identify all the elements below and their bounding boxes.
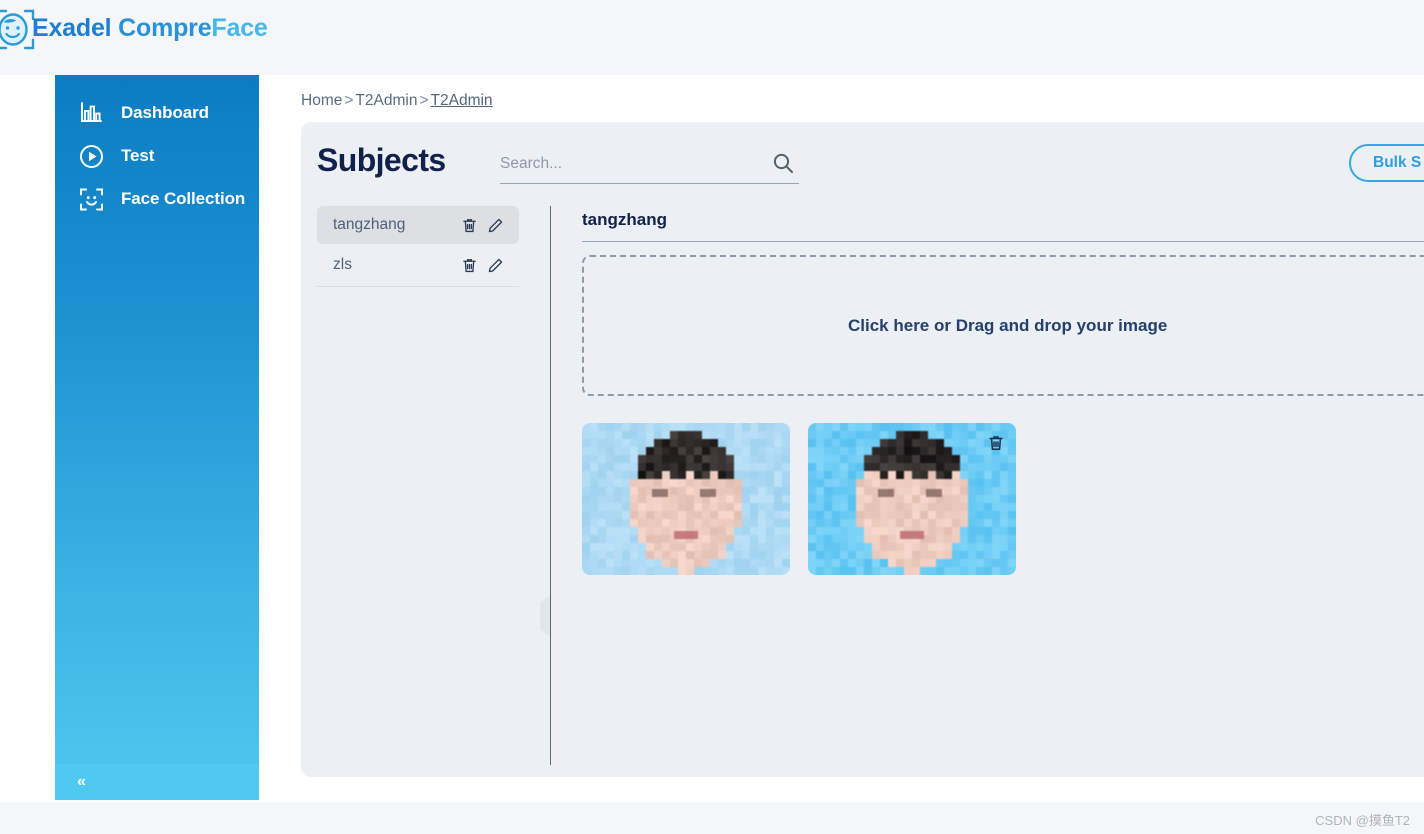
subject-edit-pencil-icon[interactable] (483, 213, 507, 237)
sidebar-item-test[interactable]: Test (55, 136, 259, 176)
breadcrumb-separator-2: > (419, 92, 429, 109)
search-input[interactable] (500, 148, 752, 180)
sidebar-collapse-button[interactable]: « (55, 764, 259, 800)
breadcrumb-separator-1: > (344, 92, 354, 109)
bulk-upload-button[interactable]: Bulk S (1349, 144, 1424, 182)
subject-list-divider (317, 286, 519, 287)
subject-edit-pencil-icon[interactable] (483, 253, 507, 277)
sidebar-label-test: Test (121, 146, 155, 165)
page-container: Home>T2Admin>T2Admin Subjects Bulk S (259, 75, 1424, 800)
play-circle-icon (75, 140, 107, 172)
image-dropzone[interactable]: Click here or Drag and drop your image (582, 255, 1424, 396)
image-thumbnail-list (582, 423, 1016, 575)
footer-strip (0, 802, 1424, 834)
watermark-text: CSDN @摸鱼T2 (1315, 813, 1410, 828)
subject-name-label: tangzhang (333, 216, 406, 233)
page-title: Subjects (317, 142, 446, 178)
brand-part-exadel: Exadel (32, 14, 119, 42)
face-thumbnail-1-canvas (582, 423, 790, 575)
brand-part-compre: Compre (118, 14, 212, 42)
sidebar-label-face-collection: Face Collection (121, 189, 246, 208)
subject-name-label: zls (333, 256, 352, 273)
sidebar-item-dashboard[interactable]: Dashboard (55, 93, 259, 133)
subject-list-item-zls[interactable]: zls (317, 246, 519, 284)
breadcrumb-level-1[interactable]: T2Admin (355, 92, 417, 109)
sidebar: Dashboard Test Face Collection « (55, 75, 259, 800)
breadcrumb-home[interactable]: Home (301, 92, 342, 109)
subject-detail-column: tangzhang 2 ima Click here or Drag and d… (582, 206, 1424, 777)
sidebar-item-face-collection[interactable]: Face Collection (55, 179, 259, 219)
detail-header: tangzhang 2 ima (582, 206, 1424, 242)
breadcrumb: Home > T2Admin > T2Admin (301, 92, 493, 110)
subject-delete-trash-icon[interactable] (457, 253, 481, 277)
sidebar-label-dashboard: Dashboard (121, 103, 209, 122)
image-thumbnail-2[interactable] (808, 423, 1016, 575)
double-chevron-left-icon: « (77, 773, 86, 790)
top-bar: Exadel CompreFace (0, 0, 1424, 75)
subject-delete-trash-icon[interactable] (457, 213, 481, 237)
dropzone-label: Click here or Drag and drop your image (848, 315, 1168, 335)
magnifier-icon[interactable] (769, 149, 797, 177)
image-delete-trash-icon[interactable] (984, 431, 1008, 455)
detail-subject-name: tangzhang (582, 210, 667, 229)
search-field-wrapper (500, 148, 799, 184)
breadcrumb-level-2[interactable]: T2Admin (431, 92, 493, 109)
smiley-scan-icon (75, 183, 107, 215)
brand-part-face: Face (211, 14, 268, 42)
app-root: Exadel CompreFace Dashboard Test Face Co… (0, 0, 1424, 834)
bar-chart-icon (75, 97, 107, 129)
card-header: Subjects Bulk S (301, 122, 1424, 206)
subjects-card: Subjects Bulk S ta (301, 122, 1424, 777)
panel-vertical-divider (550, 206, 551, 765)
subject-list-column: tangzhang zls (317, 206, 519, 777)
subject-list-item-tangzhang[interactable]: tangzhang (317, 206, 519, 244)
image-thumbnail-1[interactable] (582, 423, 790, 575)
card-body: tangzhang zls tangzhang Click here or Dr… (301, 206, 1424, 777)
brand-title: Exadel CompreFace (32, 14, 268, 43)
